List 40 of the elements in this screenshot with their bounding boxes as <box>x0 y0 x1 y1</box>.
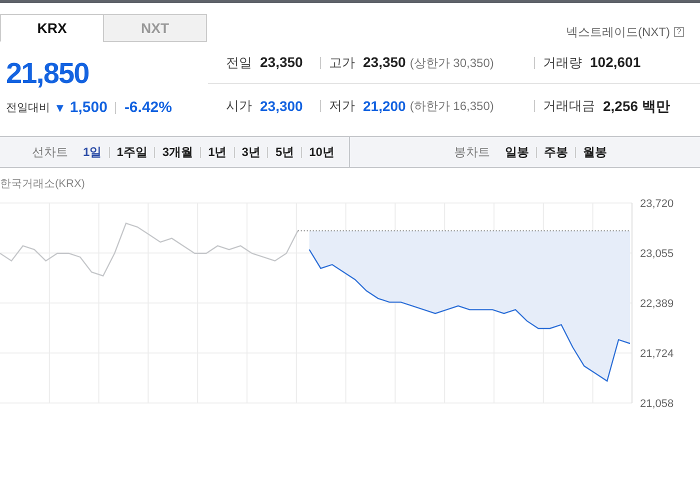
period-button[interactable]: 1일 <box>76 143 109 161</box>
y-tick-label: 21,058 <box>640 398 674 410</box>
change-rate: -6.42% <box>124 98 172 118</box>
period-button[interactable]: 일봉 <box>498 143 536 161</box>
period-button[interactable]: 3개월 <box>155 143 200 161</box>
nxt-link[interactable]: 넥스트레이드(NXT) <box>566 23 670 41</box>
stat-value: 102,601 <box>590 53 641 72</box>
stat-value: 23,350 <box>260 53 303 72</box>
y-tick-label: 23,720 <box>640 198 674 210</box>
stat-label: 저가 <box>329 97 355 116</box>
stat-value: 23,300 <box>260 96 303 116</box>
candle-chart-label: 봉차트 <box>454 144 490 161</box>
change-amount: 1,500 <box>70 98 108 118</box>
stat-label: 전일 <box>226 54 252 72</box>
limit-price-note: (하한가 16,350) <box>410 98 494 115</box>
down-triangle-icon: ▼ <box>54 99 66 118</box>
stat-label: 거래대금 <box>543 97 595 116</box>
y-tick-label: 21,724 <box>640 347 674 360</box>
period-button[interactable]: 월봉 <box>576 143 614 161</box>
period-button[interactable]: 3년 <box>234 143 268 161</box>
period-button[interactable]: 1년 <box>201 143 234 161</box>
period-button[interactable]: 5년 <box>268 143 302 161</box>
stat-label: 고가 <box>329 54 355 72</box>
period-button[interactable]: 10년 <box>302 143 342 161</box>
change-label: 전일대비 <box>6 101 50 116</box>
market-tab[interactable]: KRX <box>0 14 104 42</box>
y-tick-label: 22,389 <box>640 298 674 310</box>
limit-price-note: (상한가 30,350) <box>410 54 494 72</box>
stat-value: 23,350 <box>363 53 406 72</box>
current-price: 21,850 <box>6 60 90 89</box>
y-tick-label: 23,055 <box>640 247 674 260</box>
chart-caption: 한국거래소(KRX) <box>0 177 85 192</box>
line-chart-label: 선차트 <box>32 144 68 161</box>
stat-value: 21,200 <box>363 96 406 116</box>
stat-label: 시가 <box>226 97 252 116</box>
period-button[interactable]: 1주일 <box>110 143 154 161</box>
stat-label: 거래량 <box>543 54 582 72</box>
period-button[interactable]: 주봉 <box>537 143 575 161</box>
help-icon[interactable]: ? <box>674 27 684 37</box>
stat-value: 2,256 백만 <box>603 96 670 116</box>
